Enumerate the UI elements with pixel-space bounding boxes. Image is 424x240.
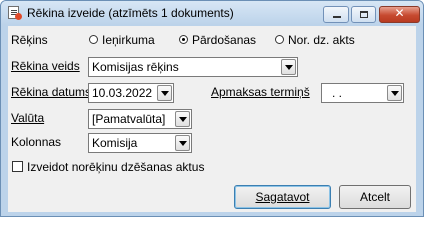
dialog-body: Rēķins Ieņirkuma Pārdošanas Nor. dz. akt… bbox=[8, 26, 416, 212]
radio-circle bbox=[89, 35, 98, 44]
cancel-button-label: Atcelt bbox=[359, 190, 390, 204]
cancel-act-label: Izveidot norēķinu dzēšanas aktus bbox=[27, 160, 205, 174]
minimize-icon bbox=[333, 16, 341, 18]
invoice-kind-label: Rēkina veids bbox=[11, 59, 80, 73]
close-button[interactable]: ✕ bbox=[379, 6, 420, 23]
invoice-date-field[interactable]: 10.03.2022 bbox=[88, 83, 174, 103]
invoice-date-value: 10.03.2022 bbox=[92, 86, 153, 100]
invoice-type-label: Rēķins bbox=[11, 33, 48, 47]
close-icon: ✕ bbox=[394, 6, 405, 20]
radio-circle bbox=[179, 35, 188, 44]
currency-value: [Pamatvalūta] bbox=[92, 112, 166, 126]
cancel-act-checkbox[interactable] bbox=[12, 161, 23, 172]
chevron-down-icon bbox=[179, 141, 187, 146]
date-dropdown-button[interactable] bbox=[157, 85, 172, 101]
minimize-button[interactable] bbox=[323, 6, 349, 23]
payment-term-label: Apmaksas termiņš bbox=[211, 85, 310, 99]
columns-dropdown-button[interactable] bbox=[175, 135, 190, 151]
payment-term-field[interactable]: . . bbox=[321, 83, 404, 103]
radio-debt-act-label: Nor. dz. akts bbox=[288, 33, 355, 47]
columns-label: Kolonnas bbox=[11, 135, 62, 149]
create-button[interactable]: Sagatavot bbox=[234, 185, 331, 209]
dialog-window: Rēkina izveide (atzīmēts 1 dokuments) ✕ … bbox=[0, 0, 424, 217]
payment-term-dropdown-button[interactable] bbox=[387, 85, 402, 101]
radio-sales-label: Pārdošanas bbox=[192, 33, 257, 47]
radio-circle bbox=[275, 35, 284, 44]
columns-select[interactable]: Komisija bbox=[88, 133, 192, 153]
chevron-down-icon bbox=[391, 91, 399, 96]
radio-selected-dot bbox=[182, 38, 185, 41]
maximize-icon bbox=[360, 11, 368, 18]
cancel-button[interactable]: Atcelt bbox=[339, 185, 411, 209]
radio-purchase-label: Ieņirkuma bbox=[102, 33, 155, 47]
invoice-kind-value: Komisijas rēķins bbox=[92, 60, 179, 74]
document-icon bbox=[8, 6, 22, 20]
chevron-down-icon bbox=[161, 91, 169, 96]
dropdown-button[interactable] bbox=[281, 59, 296, 75]
title-bar[interactable]: Rēkina izveide (atzīmēts 1 dokuments) ✕ bbox=[1, 1, 423, 25]
columns-value: Komisija bbox=[92, 136, 138, 150]
currency-select[interactable]: [Pamatvalūta] bbox=[88, 109, 192, 129]
payment-term-value: . . bbox=[332, 86, 343, 100]
invoice-date-label: Rēkina datums bbox=[11, 85, 92, 99]
currency-dropdown-button[interactable] bbox=[175, 111, 190, 127]
window-title: Rēkina izveide (atzīmēts 1 dokuments) bbox=[27, 6, 234, 20]
chevron-down-icon bbox=[179, 117, 187, 122]
chevron-down-icon bbox=[285, 65, 293, 70]
maximize-button[interactable] bbox=[351, 6, 376, 23]
currency-label: Valūta bbox=[11, 111, 45, 125]
invoice-kind-select[interactable]: Komisijas rēķins bbox=[88, 57, 298, 77]
create-button-label: Sagatavot bbox=[255, 190, 310, 204]
